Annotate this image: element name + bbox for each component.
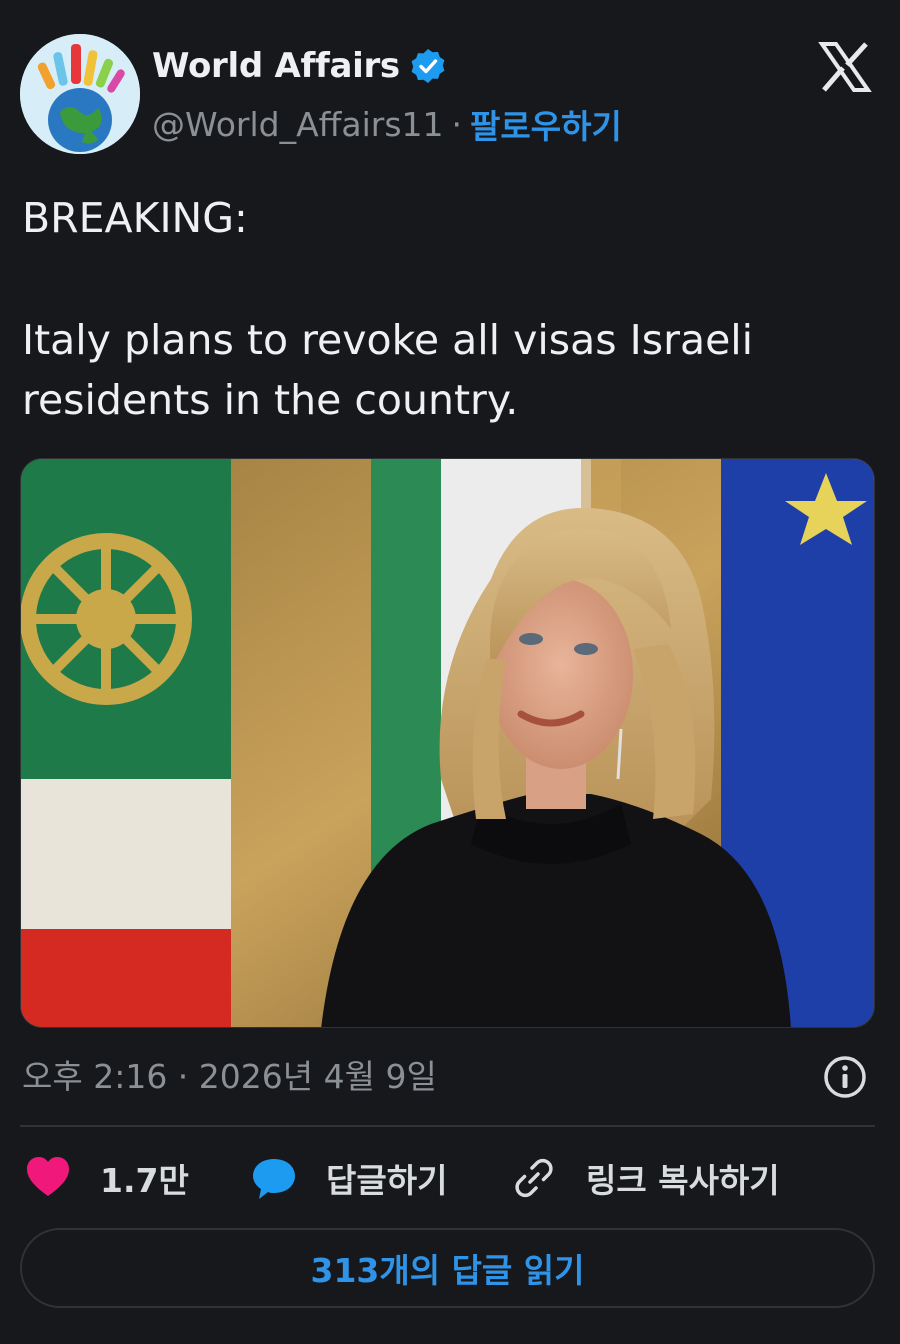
like-count: 1.7만 [100,1161,189,1200]
tweet-photo[interactable] [20,458,875,1028]
copy-link-label: 링크 복사하기 [586,1161,780,1200]
author-handle-row: @World_Affairs11 · 팔로우하기 [152,100,622,148]
photo-woman-with-flags [21,459,874,1027]
tweet-text-line: residents in the country. [22,376,519,424]
reply-label: 답글하기 [326,1161,448,1200]
tweet-card: World Affairs @World_Affairs11 · 팔로우하기 B… [0,0,900,1344]
copy-link-button[interactable]: 링크 복사하기 [510,1150,780,1206]
info-icon[interactable] [822,1054,868,1100]
separator-dot: · [451,104,463,144]
globe-hands-icon [20,34,140,154]
x-logo-icon[interactable] [818,40,872,94]
reply-button[interactable]: 답글하기 [250,1150,447,1206]
avatar[interactable] [20,34,140,154]
like-button[interactable]: 1.7만 [24,1150,189,1206]
link-icon [515,1158,553,1198]
tweet-actions: 1.7만 답글하기 링크 복사하기 [24,1150,884,1206]
divider [20,1125,875,1127]
speech-bubble-icon [253,1159,295,1199]
heart-icon [27,1157,69,1196]
author-display-name[interactable]: World Affairs [152,46,400,86]
author-handle[interactable]: @World_Affairs11 [152,105,444,144]
tweet-text: BREAKING: Italy plans to revoke all visa… [22,188,882,430]
read-replies-button[interactable]: 313개의 답글 읽기 [20,1228,875,1308]
tweet-text-line: BREAKING: [22,194,248,242]
follow-button[interactable]: 팔로우하기 [470,100,622,148]
tweet-timestamp[interactable]: 오후 2:16 · 2026년 4월 9일 [22,1050,437,1098]
author-name-row: World Affairs [152,46,448,86]
tweet-text-line: Italy plans to revoke all visas Israeli [22,316,754,364]
verified-badge-icon [411,49,445,83]
